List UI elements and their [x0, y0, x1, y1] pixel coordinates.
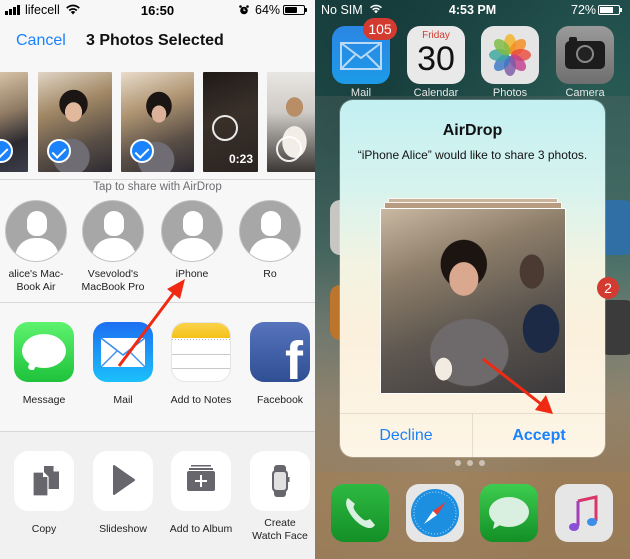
selected-checkmark-icon [130, 139, 154, 163]
home-app-camera[interactable]: Camera [555, 26, 615, 99]
dock [315, 472, 630, 559]
selected-checkmark-icon [0, 139, 13, 163]
person-placeholder-icon [5, 200, 67, 262]
airdrop-receive-screen: No SIM 4:53 PM 72% 105 Mail Friday 30 Ca… [315, 0, 630, 559]
battery-level-fill [285, 7, 297, 13]
action-copy[interactable]: Copy [4, 451, 84, 536]
play-icon [93, 451, 153, 511]
photos-icon [481, 26, 539, 84]
share-app-add-to-notes[interactable]: Add to Notes [161, 322, 241, 407]
shared-photos-preview [380, 198, 566, 398]
airdrop-alert: AirDrop “iPhone Alice” would like to sha… [340, 100, 605, 457]
live-photo-thumbnail[interactable] [267, 72, 315, 172]
airdrop-target-label: alice's Mac- Book Air [8, 268, 64, 293]
nav-bar: Cancel 3 Photos Selected [0, 20, 315, 64]
battery-icon [283, 5, 307, 15]
status-bar: lifecell 16:50 64% [0, 0, 315, 20]
person-placeholder-icon [161, 200, 223, 262]
dock-app-safari[interactable] [406, 484, 464, 542]
safari-icon [411, 489, 459, 537]
dock-app-phone[interactable] [331, 484, 389, 542]
facebook-icon: f [250, 322, 310, 382]
notes-icon [171, 322, 231, 382]
action-create-watch-face[interactable]: Create Watch Face [240, 451, 315, 543]
airdrop-target-label: Vsevolod's MacBook Pro [81, 268, 145, 293]
action-slideshow[interactable]: Slideshow [83, 451, 163, 536]
share-app-label: Mail [113, 394, 133, 406]
photo-thumbnail[interactable] [38, 72, 112, 172]
action-label: Slideshow [99, 523, 147, 535]
battery-percent: 72% [571, 3, 597, 17]
calendar-day-number: 30 [417, 40, 455, 78]
actions-row: Copy Slideshow Add to Album Create Watch… [0, 432, 315, 559]
page-indicator[interactable] [455, 460, 485, 466]
airdrop-targets: alice's Mac- Book Air Vsevolod's MacBook… [0, 200, 315, 300]
airdrop-target-vsevolods-macbook-pro[interactable]: Vsevolod's MacBook Pro [73, 200, 153, 294]
photo-thumbnail[interactable] [121, 72, 194, 172]
airdrop-target-label: Ro [263, 268, 277, 280]
live-photo-indicator-icon [276, 136, 302, 162]
cancel-button[interactable]: Cancel [16, 32, 66, 50]
camera-icon [556, 26, 614, 84]
alert-message: “iPhone Alice” would like to share 3 pho… [357, 148, 588, 162]
phone-icon [346, 498, 375, 529]
dock-app-messages[interactable] [480, 484, 538, 542]
decline-button[interactable]: Decline [340, 414, 472, 457]
share-app-facebook[interactable]: f Facebook [240, 322, 315, 407]
copy-icon [14, 451, 74, 511]
share-app-label: Message [22, 394, 66, 406]
share-app-label: Add to Notes [170, 394, 232, 406]
battery-icon [598, 5, 622, 15]
share-sheet-screen: lifecell 16:50 64% Cancel 3 Photos Selec… [0, 0, 315, 559]
notification-badge: 2 [597, 277, 619, 299]
airdrop-target-label: iPhone [175, 268, 209, 280]
person-placeholder-icon [239, 200, 301, 262]
add-album-icon [171, 451, 231, 511]
battery-percent: 64% [255, 3, 281, 17]
share-app-label: Facebook [256, 394, 304, 406]
battery-level-fill [600, 7, 613, 13]
photo-thumbnail[interactable] [0, 72, 28, 172]
airdrop-target-ro[interactable]: Ro [230, 200, 310, 281]
share-app-message[interactable]: Message [4, 322, 84, 407]
share-app-mail[interactable]: Mail [83, 322, 163, 407]
alert-title: AirDrop [442, 122, 503, 139]
action-label: Add to Album [169, 523, 233, 535]
calendar-icon: Friday 30 [407, 26, 465, 84]
airdrop-target-iphone[interactable]: iPhone [152, 200, 232, 281]
photo-preview-image [380, 208, 566, 394]
share-apps-row: Message Mail Add to Notes f Facebook [0, 305, 315, 430]
video-indicator-icon [212, 115, 238, 141]
status-bar: No SIM 4:53 PM 72% [315, 0, 630, 20]
video-duration: 0:23 [228, 152, 253, 166]
divider [0, 302, 315, 303]
watch-icon [250, 451, 310, 511]
airdrop-hint: Tap to share with AirDrop [93, 181, 222, 193]
mail-icon [93, 322, 153, 382]
accept-button[interactable]: Accept [473, 414, 605, 457]
action-label: Create Watch Face [252, 517, 308, 542]
dock-app-music[interactable] [555, 484, 613, 542]
alarm-icon [239, 5, 249, 15]
selected-checkmark-icon [47, 139, 71, 163]
airdrop-target-alices-macbook-air[interactable]: alice's Mac- Book Air [0, 200, 76, 294]
person-placeholder-icon [82, 200, 144, 262]
messages-icon [489, 497, 529, 529]
action-add-to-album[interactable]: Add to Album [161, 451, 241, 536]
notification-badge: 105 [363, 18, 397, 40]
home-app-calendar[interactable]: Friday 30 Calendar [406, 26, 466, 99]
video-thumbnail[interactable]: 0:23 [203, 72, 258, 172]
home-app-mail[interactable]: 105 Mail [331, 18, 397, 99]
page-title: 3 Photos Selected [86, 32, 224, 49]
photo-picker-strip[interactable]: 0:23 [0, 72, 315, 172]
action-label: Copy [31, 523, 57, 535]
divider [0, 179, 315, 180]
home-app-photos[interactable]: Photos [480, 26, 540, 99]
message-icon [14, 322, 74, 382]
music-icon [569, 495, 598, 531]
